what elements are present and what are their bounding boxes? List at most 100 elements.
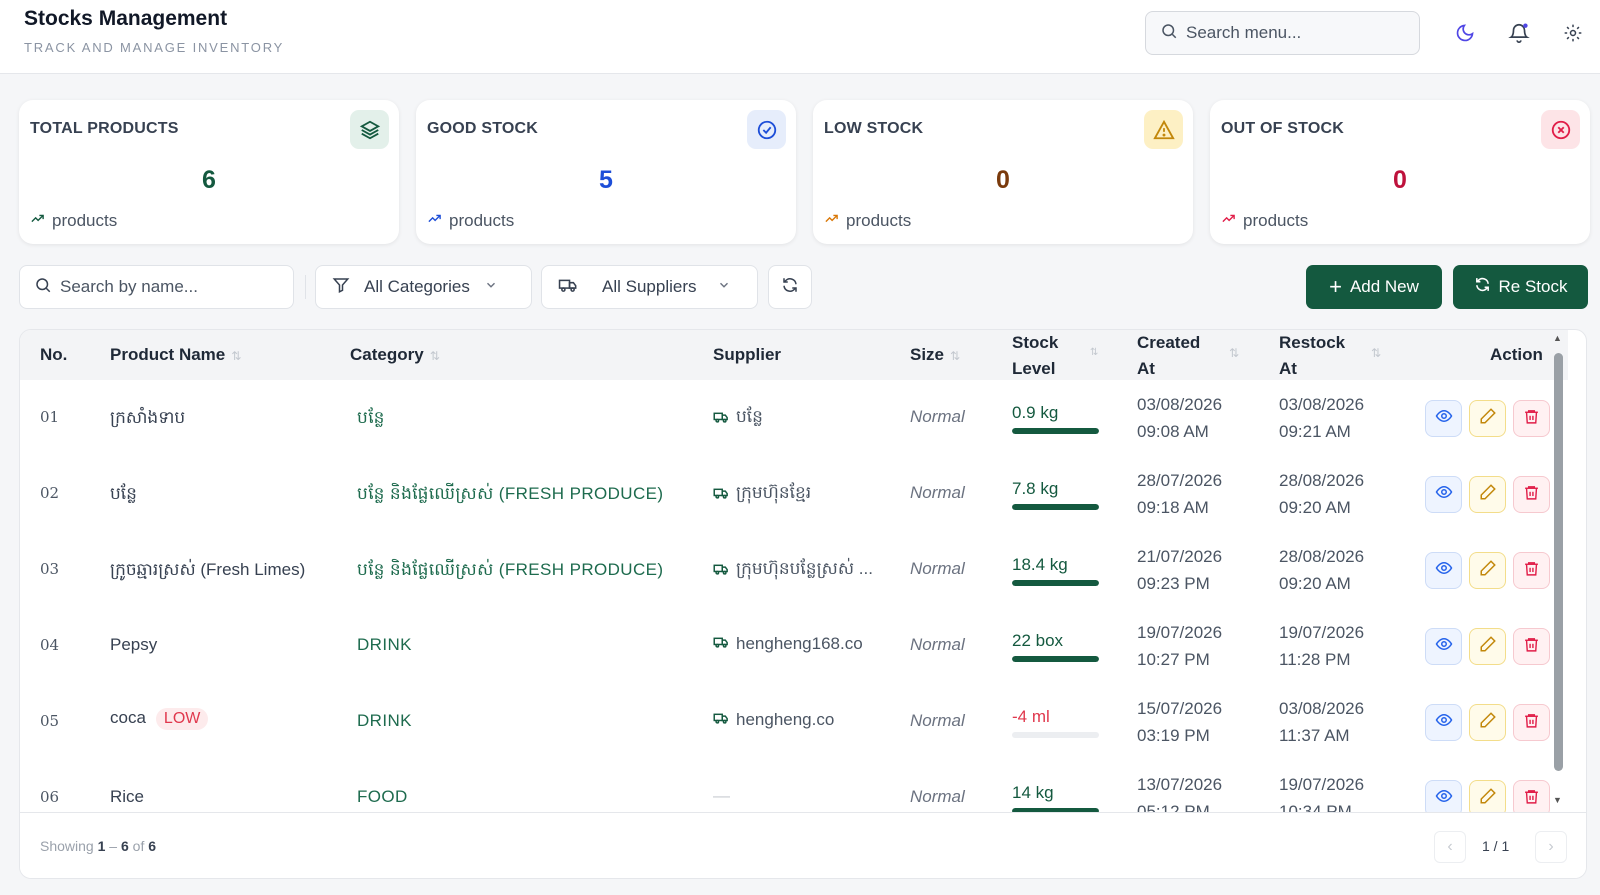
restock-at-cell: 03/08/2026 11:37 AM	[1279, 695, 1364, 749]
category-cell: បន្លែ និងផ្លែឈើស្រស់ (FRESH PRODUCE)	[357, 560, 664, 579]
col-stock-level[interactable]: Stock Level	[1012, 330, 1058, 382]
card-low-stock: LOW STOCK 0 products	[813, 100, 1193, 244]
restock-label: Re Stock	[1498, 277, 1568, 296]
created-at-cell: 19/07/2026 10:27 PM	[1137, 619, 1222, 673]
edit-button[interactable]	[1469, 476, 1506, 513]
category-filter[interactable]: All Categories	[315, 265, 532, 309]
product-name: Rice	[110, 787, 145, 806]
card-label: TOTAL PRODUCTS	[30, 120, 179, 137]
stock-level-cell: 7.8 kg	[1012, 479, 1099, 510]
view-button[interactable]	[1425, 400, 1462, 437]
table-row: 03 ក្រូចឆ្មារស្រស់ (Fresh Limes) បន្លែ និង…	[20, 532, 1568, 608]
col-size[interactable]: Size ⇅	[910, 342, 960, 369]
delete-button[interactable]	[1513, 628, 1550, 665]
chevron-down-icon	[484, 278, 498, 297]
showing-prefix: Showing	[40, 838, 94, 854]
card-foot: products	[1221, 211, 1308, 231]
trash-icon	[1523, 636, 1540, 658]
gear-icon[interactable]	[1558, 18, 1588, 48]
row-number: 05	[40, 712, 60, 730]
card-good-stock: GOOD STOCK 5 products	[416, 100, 796, 244]
view-button[interactable]	[1425, 628, 1462, 665]
col-supplier: Supplier	[713, 342, 781, 368]
col-product-name[interactable]: Product Name ⇅	[110, 342, 241, 369]
edit-button[interactable]	[1469, 628, 1506, 665]
trash-icon	[1523, 560, 1540, 582]
delete-button[interactable]	[1513, 704, 1550, 741]
stock-level-bar	[1012, 504, 1099, 510]
search-icon	[1160, 22, 1178, 45]
created-date: 03/08/2026	[1137, 395, 1223, 414]
restock-time: 09:20 AM	[1279, 498, 1351, 517]
col-restock-at[interactable]: Restock At	[1279, 330, 1345, 382]
edit-button[interactable]	[1469, 704, 1506, 741]
restock-time: 11:37 AM	[1279, 726, 1350, 745]
view-button[interactable]	[1425, 552, 1462, 589]
stock-value: 0.9 kg	[1012, 403, 1059, 422]
moon-icon[interactable]	[1450, 18, 1480, 48]
stock-level-fill	[1012, 504, 1099, 510]
table-scrollbar[interactable]: ▲ ▼	[1551, 333, 1565, 807]
card-foot-label: products	[52, 211, 118, 230]
card-foot: products	[824, 211, 911, 231]
category-cell: បន្លែ	[357, 408, 385, 427]
trash-icon	[1523, 408, 1540, 430]
delete-button[interactable]	[1513, 400, 1550, 437]
product-name-cell: coca LOW	[110, 708, 209, 730]
size-cell: Normal	[910, 407, 965, 426]
product-search-input[interactable]	[60, 277, 270, 297]
stock-level-bar	[1012, 656, 1099, 662]
trending-up-icon	[427, 211, 442, 231]
col-restock-label-2: At	[1279, 359, 1297, 378]
eye-icon	[1435, 407, 1453, 430]
scrollbar-thumb[interactable]	[1554, 353, 1563, 771]
restock-button[interactable]: Re Stock	[1453, 265, 1588, 309]
sort-icon: ⇅	[429, 349, 440, 363]
product-search-box[interactable]	[19, 265, 294, 309]
created-date: 19/07/2026	[1137, 623, 1223, 642]
edit-button[interactable]	[1469, 552, 1506, 589]
edit-button[interactable]	[1469, 400, 1506, 437]
delete-button[interactable]	[1513, 552, 1550, 589]
row-number: 04	[40, 636, 60, 654]
stock-value: -4 ml	[1012, 707, 1050, 726]
truck-icon	[713, 409, 729, 429]
stock-level-fill	[1012, 428, 1099, 434]
row-number: 06	[40, 788, 60, 806]
delete-button[interactable]	[1513, 476, 1550, 513]
restock-at-cell: 28/08/2026 09:20 AM	[1279, 543, 1364, 597]
col-created-at[interactable]: Created At	[1137, 330, 1200, 382]
scroll-down-icon[interactable]: ▼	[1553, 795, 1562, 805]
menu-search-box[interactable]	[1145, 11, 1420, 55]
stock-level-cell: -4 ml	[1012, 707, 1099, 738]
view-button[interactable]	[1425, 476, 1462, 513]
stock-value: 14 kg	[1012, 783, 1054, 802]
x-circle-icon	[1541, 110, 1580, 149]
size-cell: Normal	[910, 559, 965, 578]
view-button[interactable]	[1425, 704, 1462, 741]
stock-value: 22 box	[1012, 631, 1064, 650]
card-out-of-stock: OUT OF STOCK 0 products	[1210, 100, 1590, 244]
restock-at-cell: 03/08/2026 09:21 AM	[1279, 391, 1364, 445]
check-circle-icon	[747, 110, 786, 149]
supplier-name: hengheng.co	[736, 710, 835, 729]
sort-icon: ⇅	[950, 349, 961, 363]
prev-page-button[interactable]: ‹	[1434, 831, 1466, 863]
menu-search-input[interactable]	[1186, 23, 1406, 43]
col-category[interactable]: Category ⇅	[350, 342, 440, 369]
bell-icon[interactable]	[1504, 18, 1534, 48]
category-cell: បន្លែ និងផ្លែឈើស្រស់ (FRESH PRODUCE)	[357, 484, 664, 503]
scroll-up-icon[interactable]: ▲	[1553, 333, 1562, 343]
add-new-button[interactable]: + Add New	[1306, 265, 1442, 309]
next-page-button[interactable]: ›	[1535, 831, 1567, 863]
supplier-filter[interactable]: All Suppliers	[541, 265, 758, 309]
col-supplier-label: Supplier	[713, 345, 782, 364]
restock-date: 03/08/2026	[1279, 699, 1365, 718]
card-foot-label: products	[449, 211, 515, 230]
col-action-label: Action	[1490, 345, 1543, 364]
truck-icon	[713, 561, 729, 581]
product-name-cell: Pepsy	[110, 635, 157, 655]
supplier-name: ក្រុមហ៊ុនខ្មែរ	[736, 483, 812, 502]
row-number: 03	[40, 560, 60, 578]
refresh-button[interactable]	[768, 265, 812, 309]
